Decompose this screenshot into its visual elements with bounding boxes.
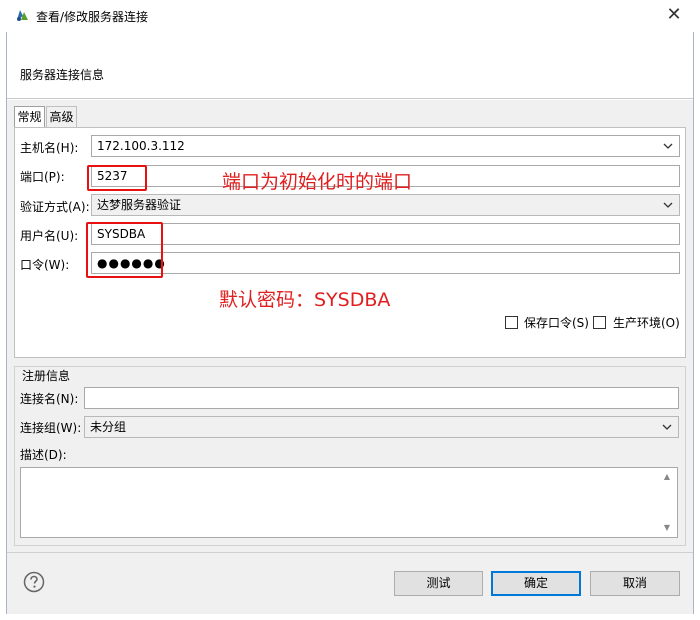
conn-name-input[interactable]	[84, 387, 679, 409]
conn-group-value: 未分组	[90, 420, 127, 434]
user-input[interactable]: SYSDBA	[91, 223, 680, 245]
scroll-up-icon[interactable]: ▲	[662, 472, 672, 482]
cancel-button[interactable]: 取消	[590, 571, 680, 596]
host-combobox[interactable]: 172.100.3.112	[91, 135, 680, 157]
description-textarea[interactable]: ▲ ▼	[20, 467, 678, 538]
header-text: 服务器连接信息	[20, 68, 105, 82]
auth-label: 验证方式(A):	[20, 200, 90, 214]
password-label: 口令(W):	[20, 258, 70, 272]
window-title: 查看/修改服务器连接	[36, 10, 149, 24]
save-password-label[interactable]: 保存口令(S)	[524, 316, 589, 330]
tab-advanced[interactable]: 高级	[46, 106, 77, 128]
registration-group-title: 注册信息	[20, 367, 73, 384]
ok-button[interactable]: 确定	[491, 571, 581, 596]
password-input[interactable]: ●●●●●●	[91, 252, 680, 274]
close-icon[interactable]: ✕	[662, 4, 686, 26]
host-value: 172.100.3.112	[97, 139, 185, 153]
conn-group-combobox[interactable]: 未分组	[84, 416, 679, 438]
host-label: 主机名(H):	[20, 141, 79, 155]
port-label: 端口(P):	[20, 170, 65, 184]
password-annotation: 默认密码：SYSDBA	[219, 289, 391, 311]
test-button[interactable]: 测试	[394, 571, 483, 596]
credentials-highlight-box	[86, 222, 163, 278]
production-env-label[interactable]: 生产环境(O)	[613, 316, 680, 330]
dialog-header	[7, 32, 693, 99]
chevron-down-icon[interactable]	[660, 417, 674, 437]
chevron-down-icon[interactable]	[661, 136, 675, 156]
auth-value: 达梦服务器验证	[97, 198, 182, 212]
conn-name-label: 连接名(N):	[20, 392, 79, 406]
port-highlight-box	[87, 165, 147, 191]
user-label: 用户名(U):	[20, 229, 79, 243]
port-annotation: 端口为初始化时的端口	[222, 171, 413, 193]
chevron-down-icon[interactable]	[661, 195, 675, 215]
description-label: 描述(D):	[20, 448, 67, 462]
auth-combobox[interactable]: 达梦服务器验证	[91, 194, 680, 216]
scroll-down-icon[interactable]: ▼	[662, 523, 672, 533]
app-logo-icon	[17, 10, 28, 21]
production-env-checkbox[interactable]	[593, 316, 606, 329]
conn-group-label: 连接组(W):	[20, 421, 82, 435]
help-icon[interactable]	[23, 571, 45, 593]
save-password-checkbox[interactable]	[505, 316, 518, 329]
tab-general[interactable]: 常规	[14, 106, 45, 128]
